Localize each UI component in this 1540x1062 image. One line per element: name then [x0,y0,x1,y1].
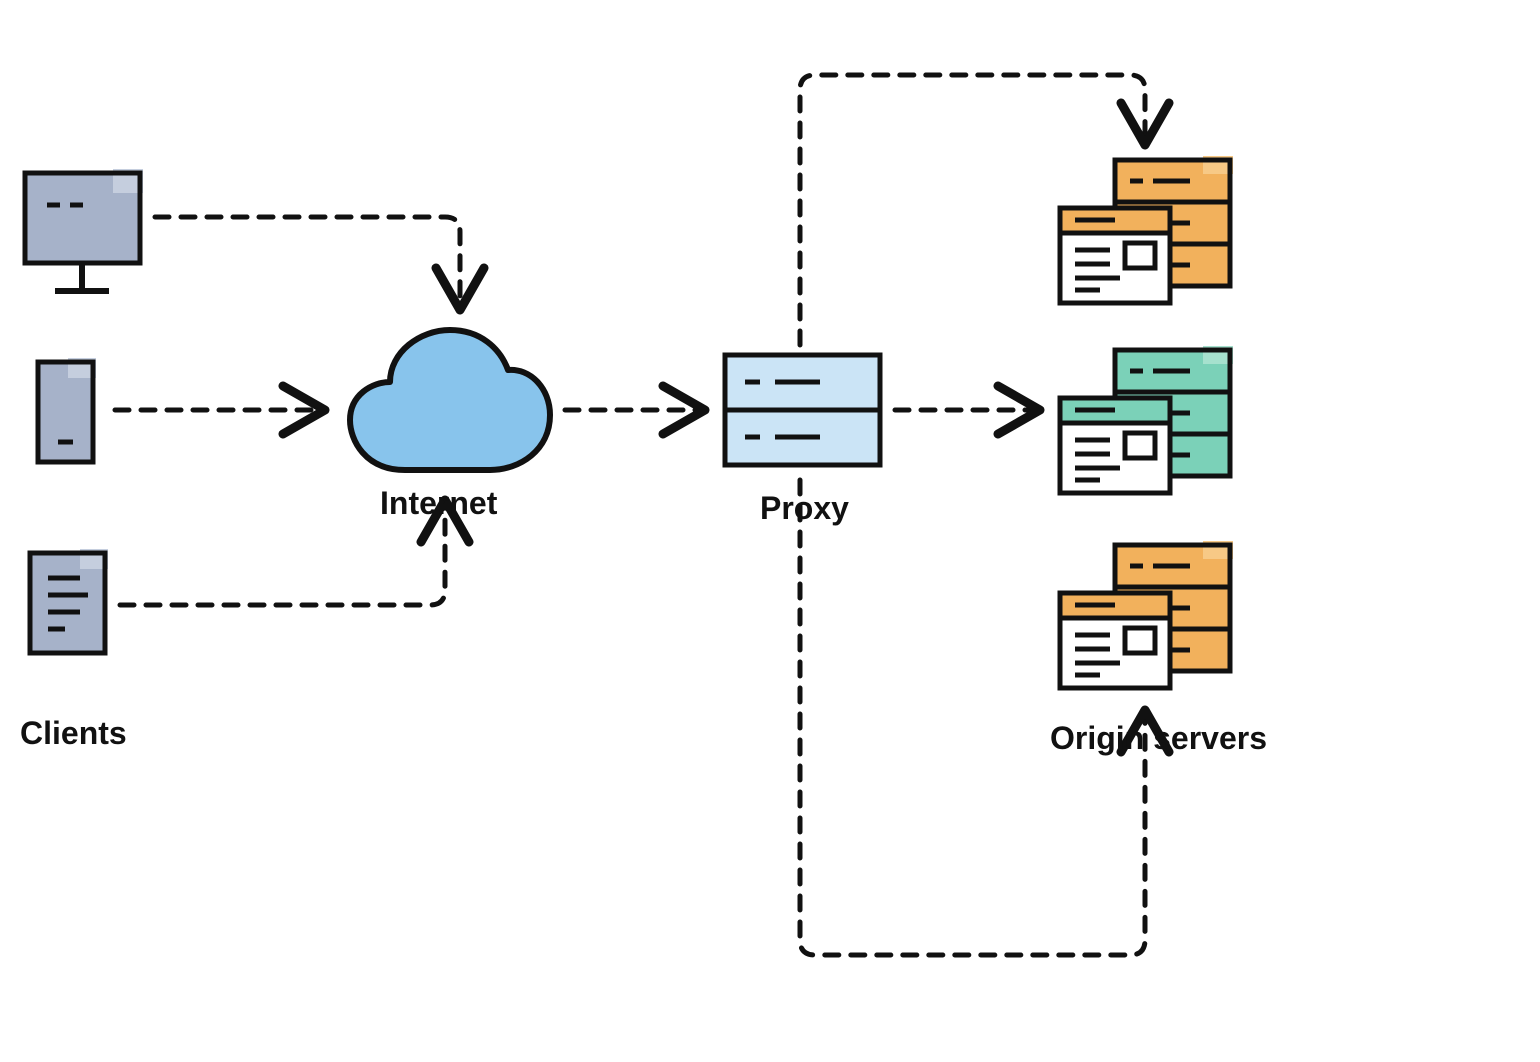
proxy-label: Proxy [760,490,849,527]
edge-proxy-to-origin3 [800,480,1145,955]
origin-server-3-icon [1060,541,1233,688]
proxy-icon [725,355,880,465]
document-icon [30,549,108,653]
origin-servers-label: Origin servers [1050,720,1267,757]
clients-label: Clients [20,715,127,752]
monitor-icon [25,169,143,291]
edge-monitor-to-internet [155,217,460,310]
origin-server-1-icon [1060,156,1233,303]
phone-icon [38,358,96,462]
internet-label: Internet [380,485,497,522]
origin-server-2-icon [1060,346,1233,493]
diagram-canvas [0,0,1540,1062]
cloud-icon [350,330,550,470]
